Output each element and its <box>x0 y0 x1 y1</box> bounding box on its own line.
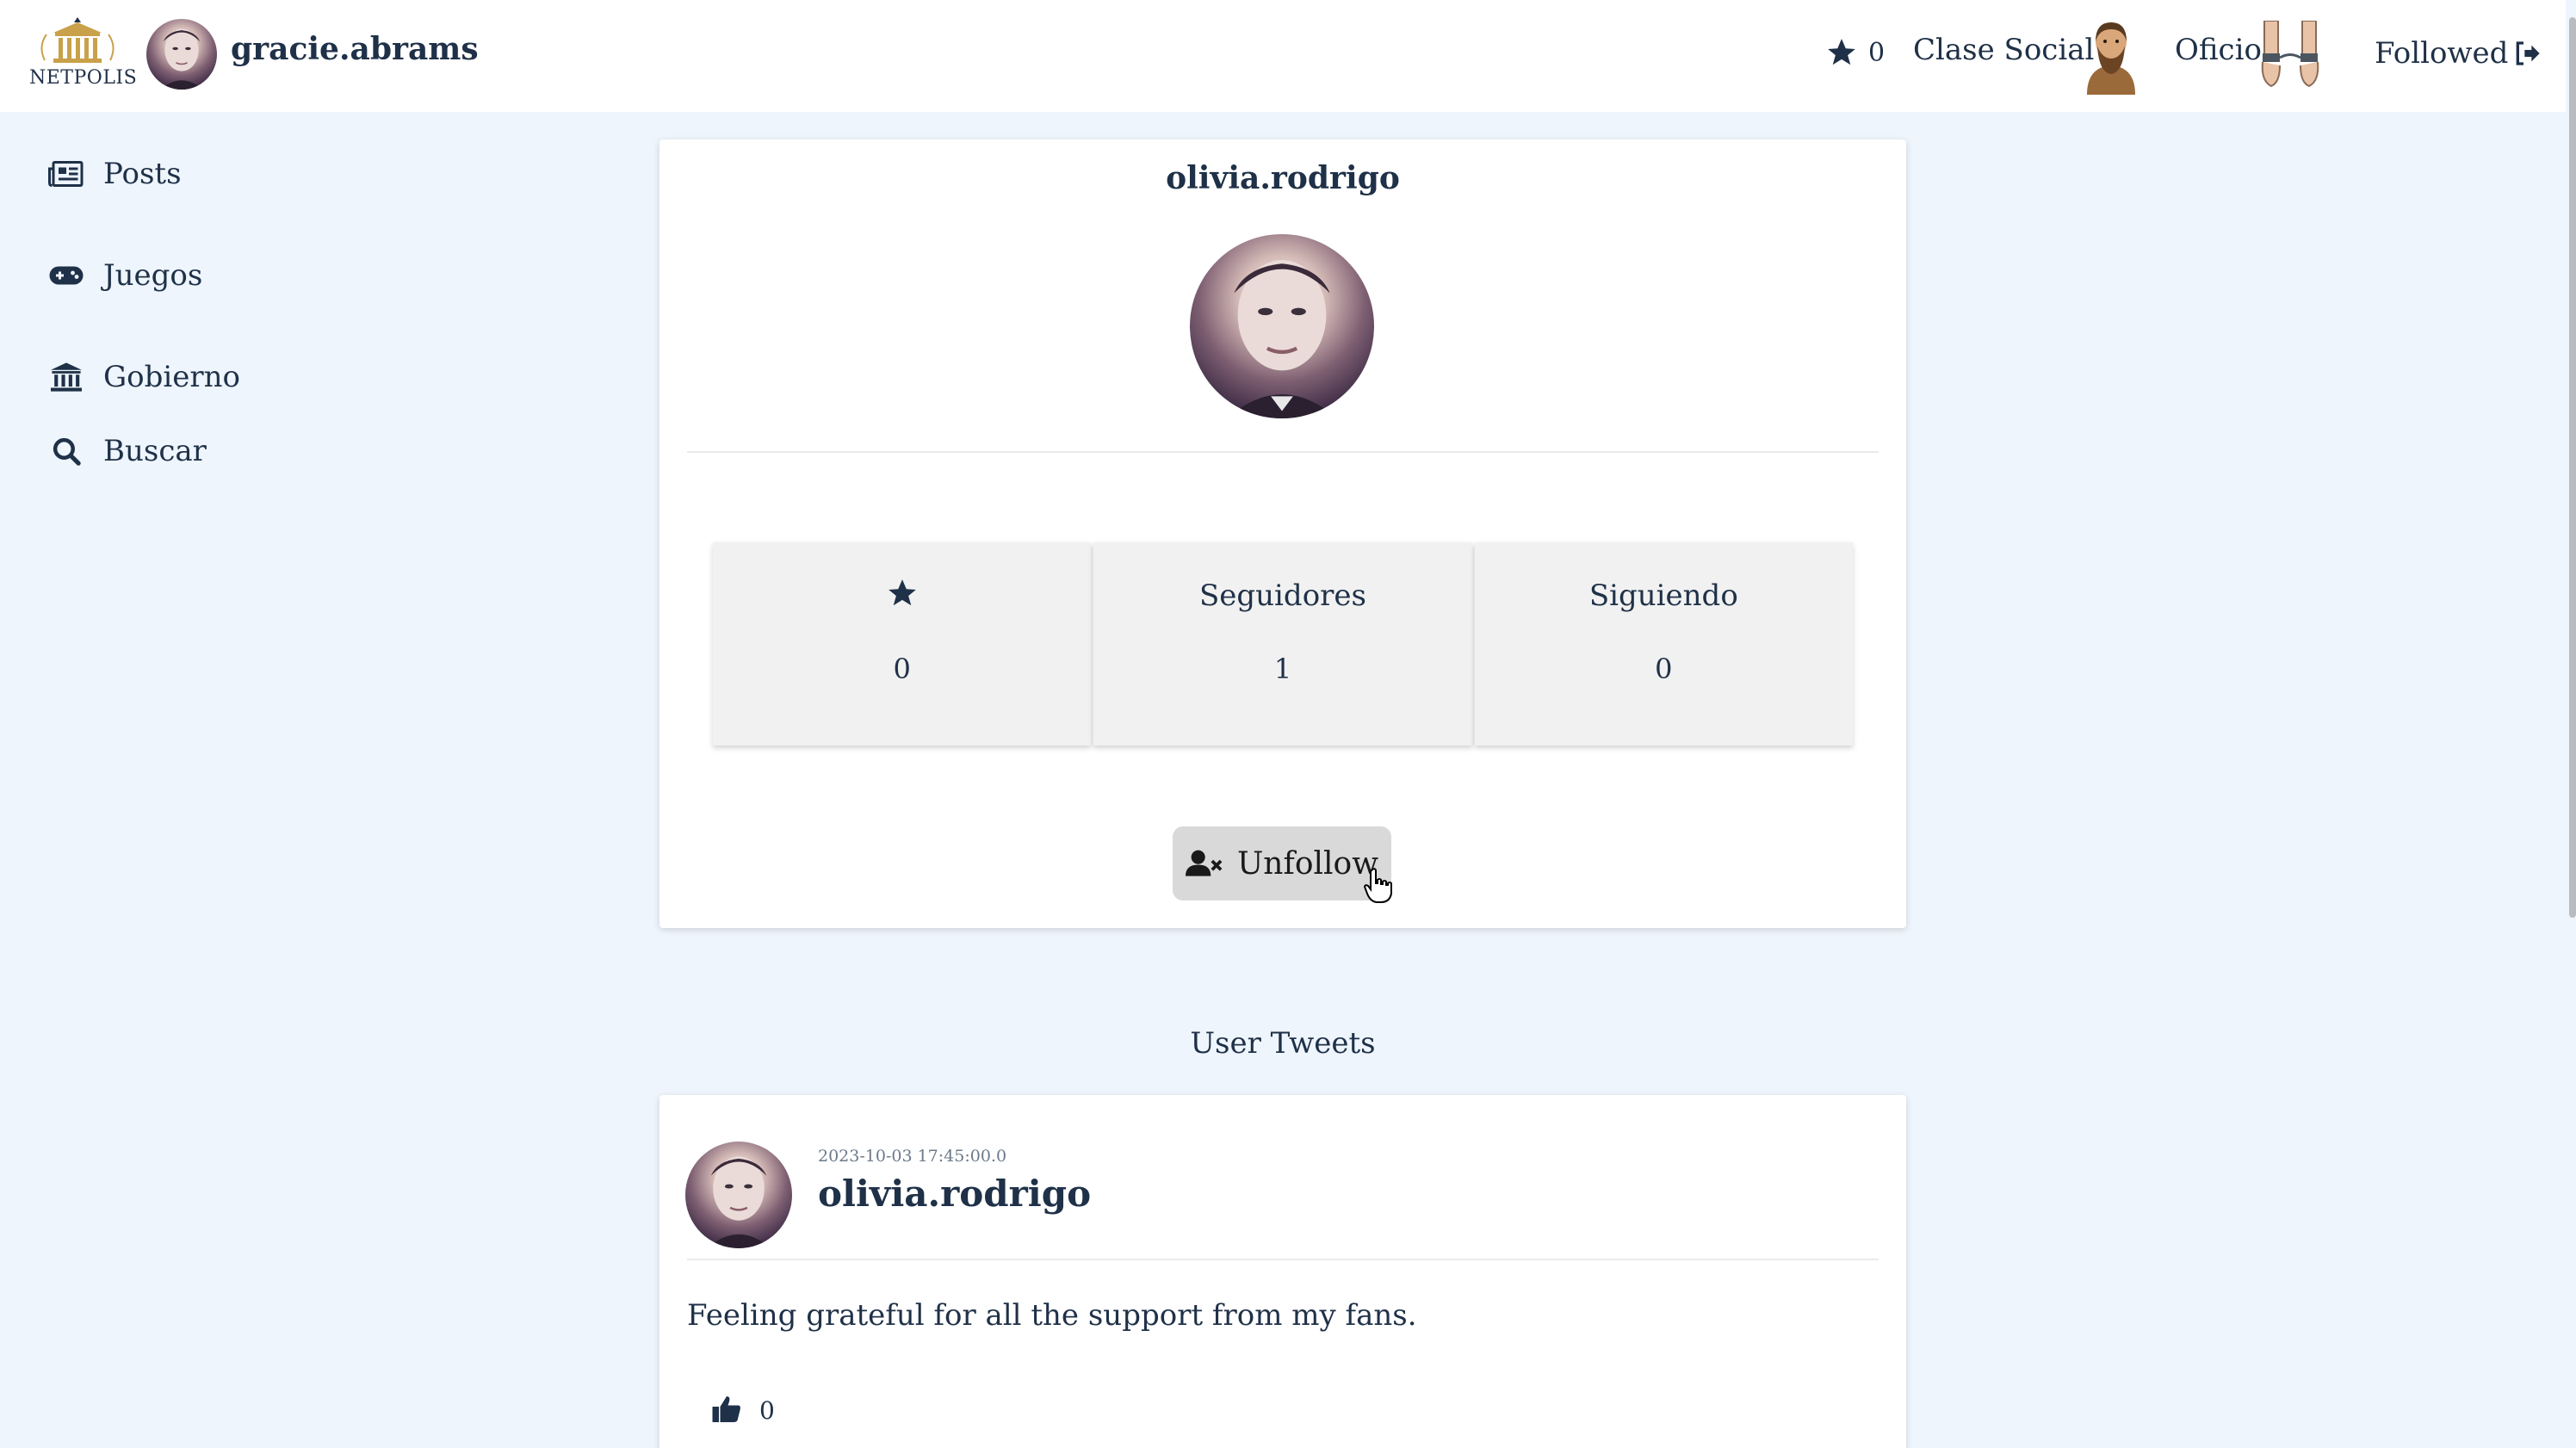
sidebar-item-label: Gobierno <box>103 360 241 394</box>
sidebar-item-label: Buscar <box>103 434 207 468</box>
oficio-label: Oficio <box>2175 33 2262 67</box>
current-username[interactable]: gracie.abrams <box>231 31 479 67</box>
tweet-card: 2023-10-03 17:45:00.0 olivia.rodrigo Fee… <box>659 1095 1906 1448</box>
scrollbar-thumb[interactable] <box>2569 17 2576 918</box>
unfollow-label: Unfollow <box>1236 845 1379 882</box>
stat-following[interactable]: Siguiendo 0 <box>1474 542 1853 746</box>
followers-label: Seguidores <box>1198 579 1366 613</box>
tweet-divider <box>687 1259 1879 1260</box>
followed-label[interactable]: Followed <box>2375 36 2508 71</box>
hand-cursor-icon <box>1364 868 1392 903</box>
profile-username: olivia.rodrigo <box>1166 160 1400 196</box>
user-remove-icon <box>1185 850 1223 876</box>
star-count: 0 <box>1868 38 1886 68</box>
stat-followers[interactable]: Seguidores 1 <box>1093 542 1472 746</box>
logout-icon[interactable] <box>2512 40 2542 67</box>
bearded-man-icon[interactable] <box>2075 15 2147 95</box>
profile-card: olivia.rodrigo 0 Seguidores 1 Siguiendo … <box>659 139 1906 928</box>
building-logo-icon <box>40 17 115 63</box>
following-label: Siguiendo <box>1588 579 1738 613</box>
newspaper-icon <box>48 161 84 187</box>
tweet-author-avatar[interactable] <box>685 1142 792 1248</box>
tweet-author-name[interactable]: olivia.rodrigo <box>818 1173 1091 1215</box>
followers-value: 1 <box>1273 653 1292 685</box>
top-navbar: NETPOLIS gracie.abrams 0 Clase Social Of… <box>0 0 2576 112</box>
netpolis-logo[interactable]: NETPOLIS <box>29 15 138 93</box>
search-icon <box>53 437 81 466</box>
tweet-text: Feeling grateful for all the support fro… <box>687 1298 1417 1333</box>
sidebar-item-buscar[interactable]: Buscar <box>48 434 207 468</box>
stars-value: 0 <box>893 653 911 685</box>
sidebar-item-juegos[interactable]: Juegos <box>48 258 202 293</box>
following-value: 0 <box>1655 653 1673 685</box>
current-user-avatar[interactable] <box>146 19 217 90</box>
unfollow-button[interactable]: Unfollow <box>1173 826 1391 900</box>
user-tweets-title: User Tweets <box>1190 1026 1376 1061</box>
handcuffed-hands-icon[interactable] <box>2259 21 2321 88</box>
stat-stars: 0 <box>713 542 1092 746</box>
thumbs-up-icon[interactable] <box>711 1395 742 1424</box>
landmark-icon <box>51 362 82 392</box>
gamepad-icon <box>49 266 84 285</box>
sidebar-item-gobierno[interactable]: Gobierno <box>48 360 240 394</box>
sidebar-item-label: Juegos <box>103 258 203 293</box>
logo-text: NETPOLIS <box>29 67 138 89</box>
sidebar-item-posts[interactable]: Posts <box>48 157 182 191</box>
tweet-like-count: 0 <box>759 1396 775 1425</box>
sidebar-item-label: Posts <box>103 157 182 191</box>
clase-social-label: Clase Social <box>1913 33 2095 67</box>
star-icon <box>888 579 916 606</box>
profile-divider <box>687 451 1879 453</box>
profile-avatar <box>1190 234 1374 418</box>
star-icon <box>1828 39 1855 65</box>
tweet-timestamp: 2023-10-03 17:45:00.0 <box>818 1147 1007 1166</box>
profile-stats: 0 Seguidores 1 Siguiendo 0 <box>713 542 1853 746</box>
